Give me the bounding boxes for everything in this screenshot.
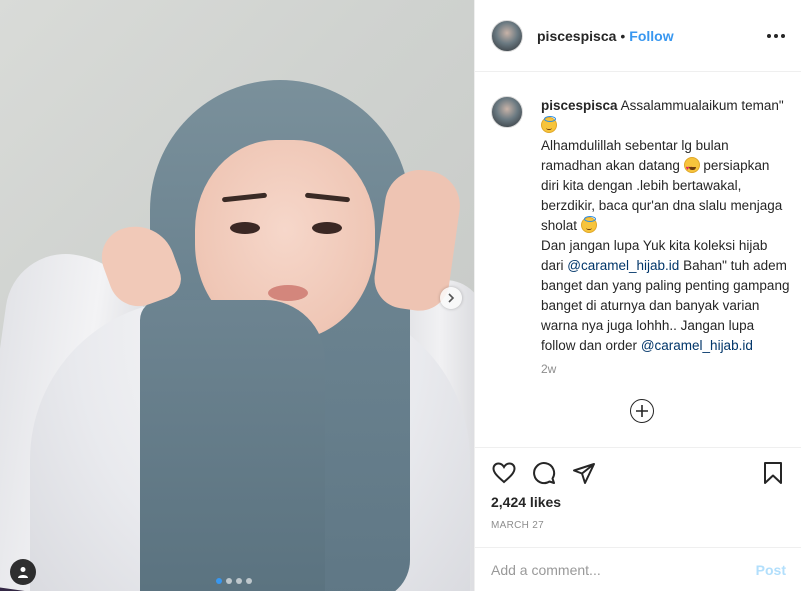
smiling-face-with-halo-icon [541,116,557,133]
caption-username[interactable]: piscespisca [541,98,618,113]
bookmark-icon [764,461,782,484]
post-photo[interactable] [0,0,474,591]
post-header: piscespisca • Follow [475,0,801,72]
mention-link[interactable]: @caramel_hijab.id [641,338,753,353]
comment-input[interactable] [491,561,756,578]
mention-link[interactable]: @caramel_hijab.id [567,258,679,273]
caption-avatar[interactable] [491,96,523,128]
post-sidebar: piscespisca • Follow piscespisca Assalam… [474,0,801,591]
comment-button[interactable] [531,460,557,486]
user-tag-button[interactable] [10,559,36,585]
carousel-next-button[interactable] [440,287,462,309]
caption-line-2: Alhamdulillah sebentar lg bulan ramadhan… [541,138,729,173]
caption-text: piscespisca Assalammualaikum teman" Alha… [541,96,791,356]
like-button[interactable] [491,460,517,486]
person-icon [18,567,28,578]
header-username[interactable]: piscespisca [537,28,616,44]
carousel-dot [216,578,222,584]
photo-left-eye [230,222,260,234]
plus-circle-icon [636,405,648,417]
more-options-icon[interactable] [767,33,785,38]
photo-hijab-tail [140,300,325,591]
caption-block: piscespisca Assalammualaikum teman" Alha… [491,96,791,356]
heart-eyes-icon [683,157,700,179]
caption-line-1: Assalammualaikum teman" [620,98,784,113]
save-button[interactable] [760,460,786,486]
header-separator: • [620,27,626,44]
post-comment-button[interactable]: Post [756,562,786,578]
post-date[interactable]: MARCH 27 [491,520,544,531]
carousel-dot [226,578,232,584]
avatar[interactable] [491,19,523,52]
share-button[interactable] [571,460,597,486]
smiling-face-with-halo-icon [580,216,597,233]
likes-count[interactable]: 2,424 likes [491,494,561,510]
share-icon [573,462,595,484]
action-bar [475,447,801,497]
caption-timestamp[interactable]: 2w [541,362,556,376]
heart-icon [492,461,516,483]
comment-box: Post [475,547,801,591]
carousel-dots [216,578,252,584]
photo-right-eye [312,222,342,234]
follow-button[interactable]: Follow [629,28,673,44]
photo-lips [268,285,308,301]
comment-icon [533,461,556,484]
chevron-right-icon [448,293,455,303]
load-more-comments-button[interactable] [630,399,654,423]
carousel-dot [236,578,242,584]
carousel-dot [246,578,252,584]
